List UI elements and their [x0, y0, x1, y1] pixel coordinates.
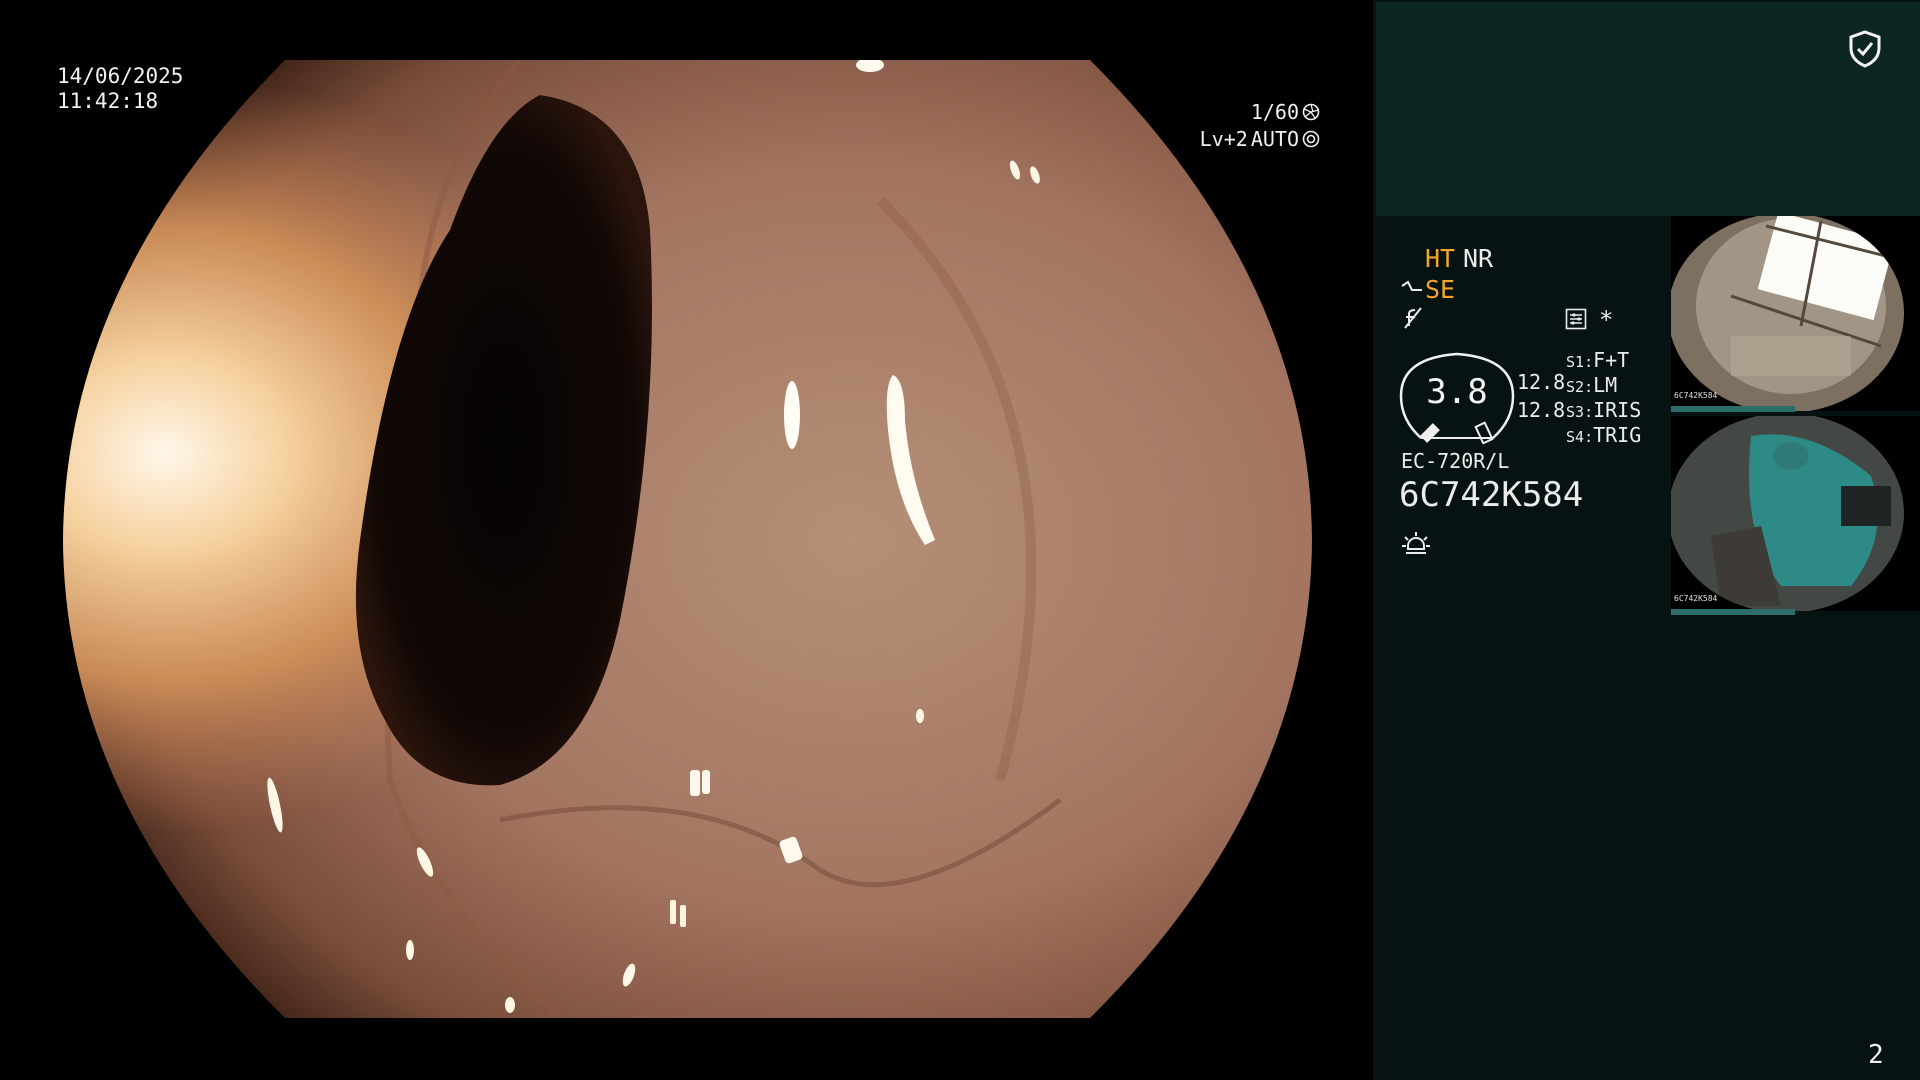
iris-icon — [1302, 130, 1320, 147]
endoscope-monitor: 14/06/2025 11:42:18 1/60 Lv+2 AUTO HT NR… — [0, 0, 1920, 1080]
settings-menu-icon[interactable] — [1565, 308, 1587, 330]
switch-key: S2 — [1566, 378, 1585, 396]
thumb-label: 6C742K584 — [1674, 391, 1718, 400]
light-sun-icon — [1402, 532, 1430, 554]
shutter-icon — [1302, 103, 1320, 120]
switch-key: S3 — [1566, 403, 1585, 421]
endoscope-live-view: 14/06/2025 11:42:18 1/60 Lv+2 AUTO — [0, 0, 1373, 1080]
iris-row: Lv+2 AUTO — [1130, 125, 1320, 152]
switch-value: LM — [1593, 373, 1618, 397]
thumbnail-progress — [1671, 609, 1795, 615]
iris-mode-text: AUTO — [1250, 126, 1299, 151]
star-marker: * — [1599, 306, 1614, 334]
shutter-row: 1/60 — [1130, 98, 1320, 125]
switch-row-s2: S2:LM — [1566, 373, 1618, 397]
thumbnail-room-ceiling[interactable]: 6C742K584 — [1671, 216, 1920, 411]
thumbnail-image: 6C742K584 — [1671, 416, 1920, 611]
exposure-info: 1/60 Lv+2 AUTO — [1130, 98, 1320, 152]
dial-value: 3.8 — [1426, 372, 1488, 412]
panel-header-block — [1376, 2, 1920, 216]
thumb-label: 6C742K584 — [1674, 594, 1718, 603]
mode-nr-label: NR — [1463, 244, 1494, 273]
switch-row-s1: S1:F+T — [1566, 348, 1630, 372]
time-text: 11:42:18 — [57, 89, 159, 113]
value-b: 12.8 — [1517, 398, 1566, 422]
scope-serial: 6C742K584 — [1399, 475, 1584, 515]
switch-row-s4: S4:TRIG — [1566, 423, 1642, 447]
date-text: 14/06/2025 — [57, 64, 184, 88]
switch-row-s3: S3:IRIS — [1566, 398, 1642, 422]
value-a: 12.8 — [1517, 370, 1566, 394]
switch-value: TRIG — [1593, 423, 1642, 447]
thumbnail-progress — [1671, 406, 1795, 412]
thumbnail-operating-room[interactable]: 6C742K584 — [1671, 416, 1920, 611]
switch-value: IRIS — [1593, 398, 1642, 422]
f-slash-icon — [1404, 307, 1422, 329]
shutter-speed-text: 1/60 — [1250, 99, 1299, 124]
mode-ht-label: HT — [1425, 244, 1456, 273]
shield-check-icon[interactable] — [1848, 30, 1882, 68]
switch-key: S4 — [1566, 428, 1585, 446]
se-curve-icon — [1401, 280, 1422, 291]
page-number: 2 — [1868, 1040, 1884, 1070]
switch-key: S1 — [1566, 353, 1585, 371]
thumbnail-image: 6C742K584 — [1671, 216, 1920, 411]
datetime-display: 14/06/2025 11:42:18 — [57, 64, 183, 114]
switch-value: F+T — [1593, 348, 1630, 372]
level-text: Lv+2 — [1199, 126, 1248, 151]
scope-model: EC-720R/L — [1401, 449, 1510, 473]
mode-se-label: SE — [1425, 275, 1456, 304]
endoscope-image — [63, 60, 1312, 1018]
